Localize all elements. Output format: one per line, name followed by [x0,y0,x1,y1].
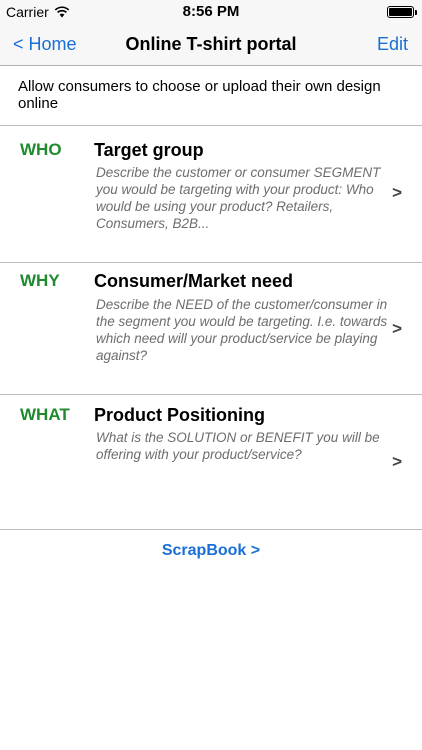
scrapbook-link[interactable]: ScrapBook > [0,542,422,560]
section-title: Product Positioning [94,405,265,425]
status-time: 8:56 PM [182,3,240,20]
section-description: Describe the customer or consumer SEGMEN… [96,165,381,231]
section-why[interactable]: WHY Consumer/Market need Describe the NE… [0,263,422,394]
divider [0,529,422,530]
section-description: Describe the NEED of the customer/consum… [96,297,388,363]
section-title: Target group [94,140,204,160]
section-title: Consumer/Market need [94,271,294,291]
section-what[interactable]: WHAT Product Positioning What is the SOL… [0,395,422,529]
status-bar: Carrier 8:56 PM [0,0,422,24]
navigation-bar: < Home Online T-shirt portal Edit [0,24,422,66]
chevron-right-icon: > [392,319,402,338]
section-tag: WHAT [20,405,70,424]
chevron-right-icon: > [392,183,402,202]
back-home-button[interactable]: < Home [13,34,77,55]
section-tag: WHO [20,140,62,159]
project-description: Allow consumers to choose or upload thei… [18,78,381,112]
battery-icon [387,6,417,18]
section-tag: WHY [20,271,60,290]
section-who[interactable]: WHO Target group Describe the customer o… [0,126,422,262]
chevron-right-icon: > [392,452,402,471]
section-description: What is the SOLUTION or BENEFIT you will… [96,430,380,462]
edit-button[interactable]: Edit [377,34,408,55]
